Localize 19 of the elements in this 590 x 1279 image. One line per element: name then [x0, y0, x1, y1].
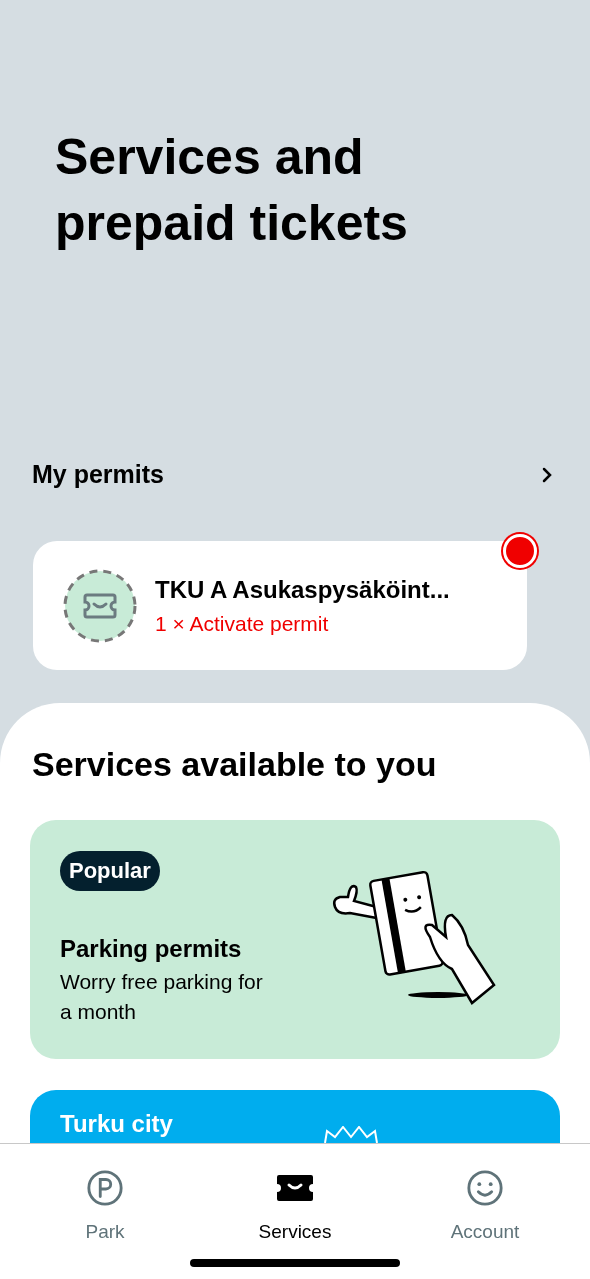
page-title: Services and prepaid tickets: [55, 128, 409, 253]
service-card[interactable]: Popular Parking permits Worry free parking for a month: [30, 820, 560, 1059]
card-subtitle: Worry free parking for a month: [60, 969, 264, 1025]
ticket-icon: [275, 1172, 315, 1204]
tab[interactable]: Park: [30, 1168, 180, 1247]
section-title: Services available to you: [31, 744, 438, 785]
chevron-right-icon[interactable]: [540, 466, 554, 484]
section-title: My permits: [32, 459, 164, 491]
permit-action: 1 × Activate permit: [155, 610, 330, 637]
tab[interactable]: Services: [220, 1168, 370, 1247]
card-title: Parking permits: [60, 934, 243, 964]
permit-card[interactable]: TKU A Asukaspysäköint... 1 × Activate permit: [33, 541, 527, 670]
permit-name: TKU A Asukaspysäköint...: [155, 574, 450, 605]
ticket-icon: [63, 568, 137, 643]
smiley-icon: [466, 1169, 504, 1207]
tab[interactable]: Account: [410, 1168, 560, 1247]
card-title: Turku city: [60, 1109, 173, 1139]
parking-icon: [86, 1169, 124, 1207]
popular-badge: Popular: [60, 851, 160, 891]
